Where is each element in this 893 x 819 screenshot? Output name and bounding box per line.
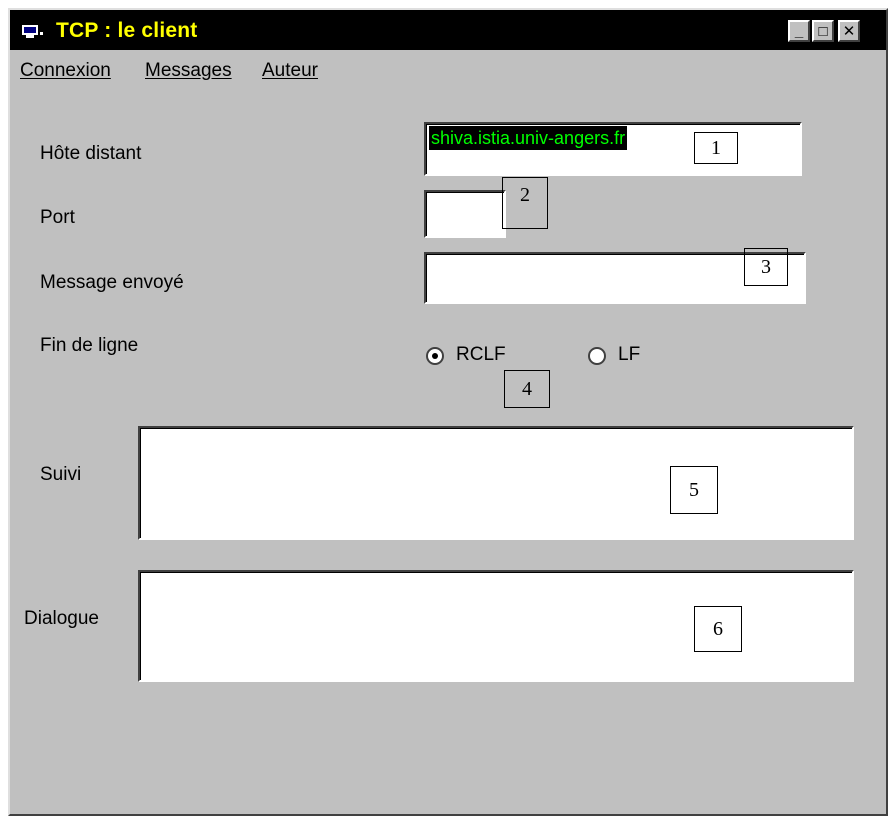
message-label: Message envoyé [40,272,184,293]
title-bar[interactable]: TCP : le client _ □ ✕ [10,10,886,50]
radio-rclf-circle [426,347,444,365]
minimize-button[interactable]: _ [788,20,810,42]
app-icon [22,25,43,38]
radio-lf-label: LF [618,344,641,365]
callout-6: 6 [694,606,742,652]
host-input[interactable]: shiva.istia.univ-angers.fr [424,122,802,176]
minimize-icon: _ [794,22,804,40]
callout-4: 4 [504,370,550,408]
radio-rclf-label: RCLF [456,344,506,365]
eol-label: Fin de ligne [40,335,139,356]
menu-connexion[interactable]: Connexion [20,60,111,82]
suivi-label: Suivi [40,464,82,485]
dialogue-label: Dialogue [24,608,99,629]
port-label: Port [40,207,75,228]
callout-5: 5 [670,466,718,514]
maximize-button[interactable]: □ [812,20,834,42]
menu-bar: Connexion Messages Auteur [10,54,886,86]
host-value: shiva.istia.univ-angers.fr [429,126,628,150]
host-label: Hôte distant [40,143,142,164]
window-title: TCP : le client [56,19,198,42]
tcp-client-window: TCP : le client _ □ ✕ Connexion Messages… [8,8,888,816]
radio-rclf[interactable]: RCLF [426,344,536,370]
close-icon: ✕ [842,22,856,40]
port-input[interactable] [424,190,506,238]
dialogue-textarea[interactable] [138,570,854,682]
callout-3: 3 [744,248,788,286]
maximize-icon: □ [818,22,828,40]
radio-lf-circle [588,347,606,365]
radio-selected-dot [432,353,438,359]
menu-auteur[interactable]: Auteur [262,60,318,82]
radio-lf[interactable]: LF [588,344,668,370]
callout-2: 2 [502,177,548,229]
menu-messages[interactable]: Messages [145,60,232,82]
callout-1: 1 [694,132,738,164]
suivi-textarea[interactable] [138,426,854,540]
close-button[interactable]: ✕ [838,20,860,42]
